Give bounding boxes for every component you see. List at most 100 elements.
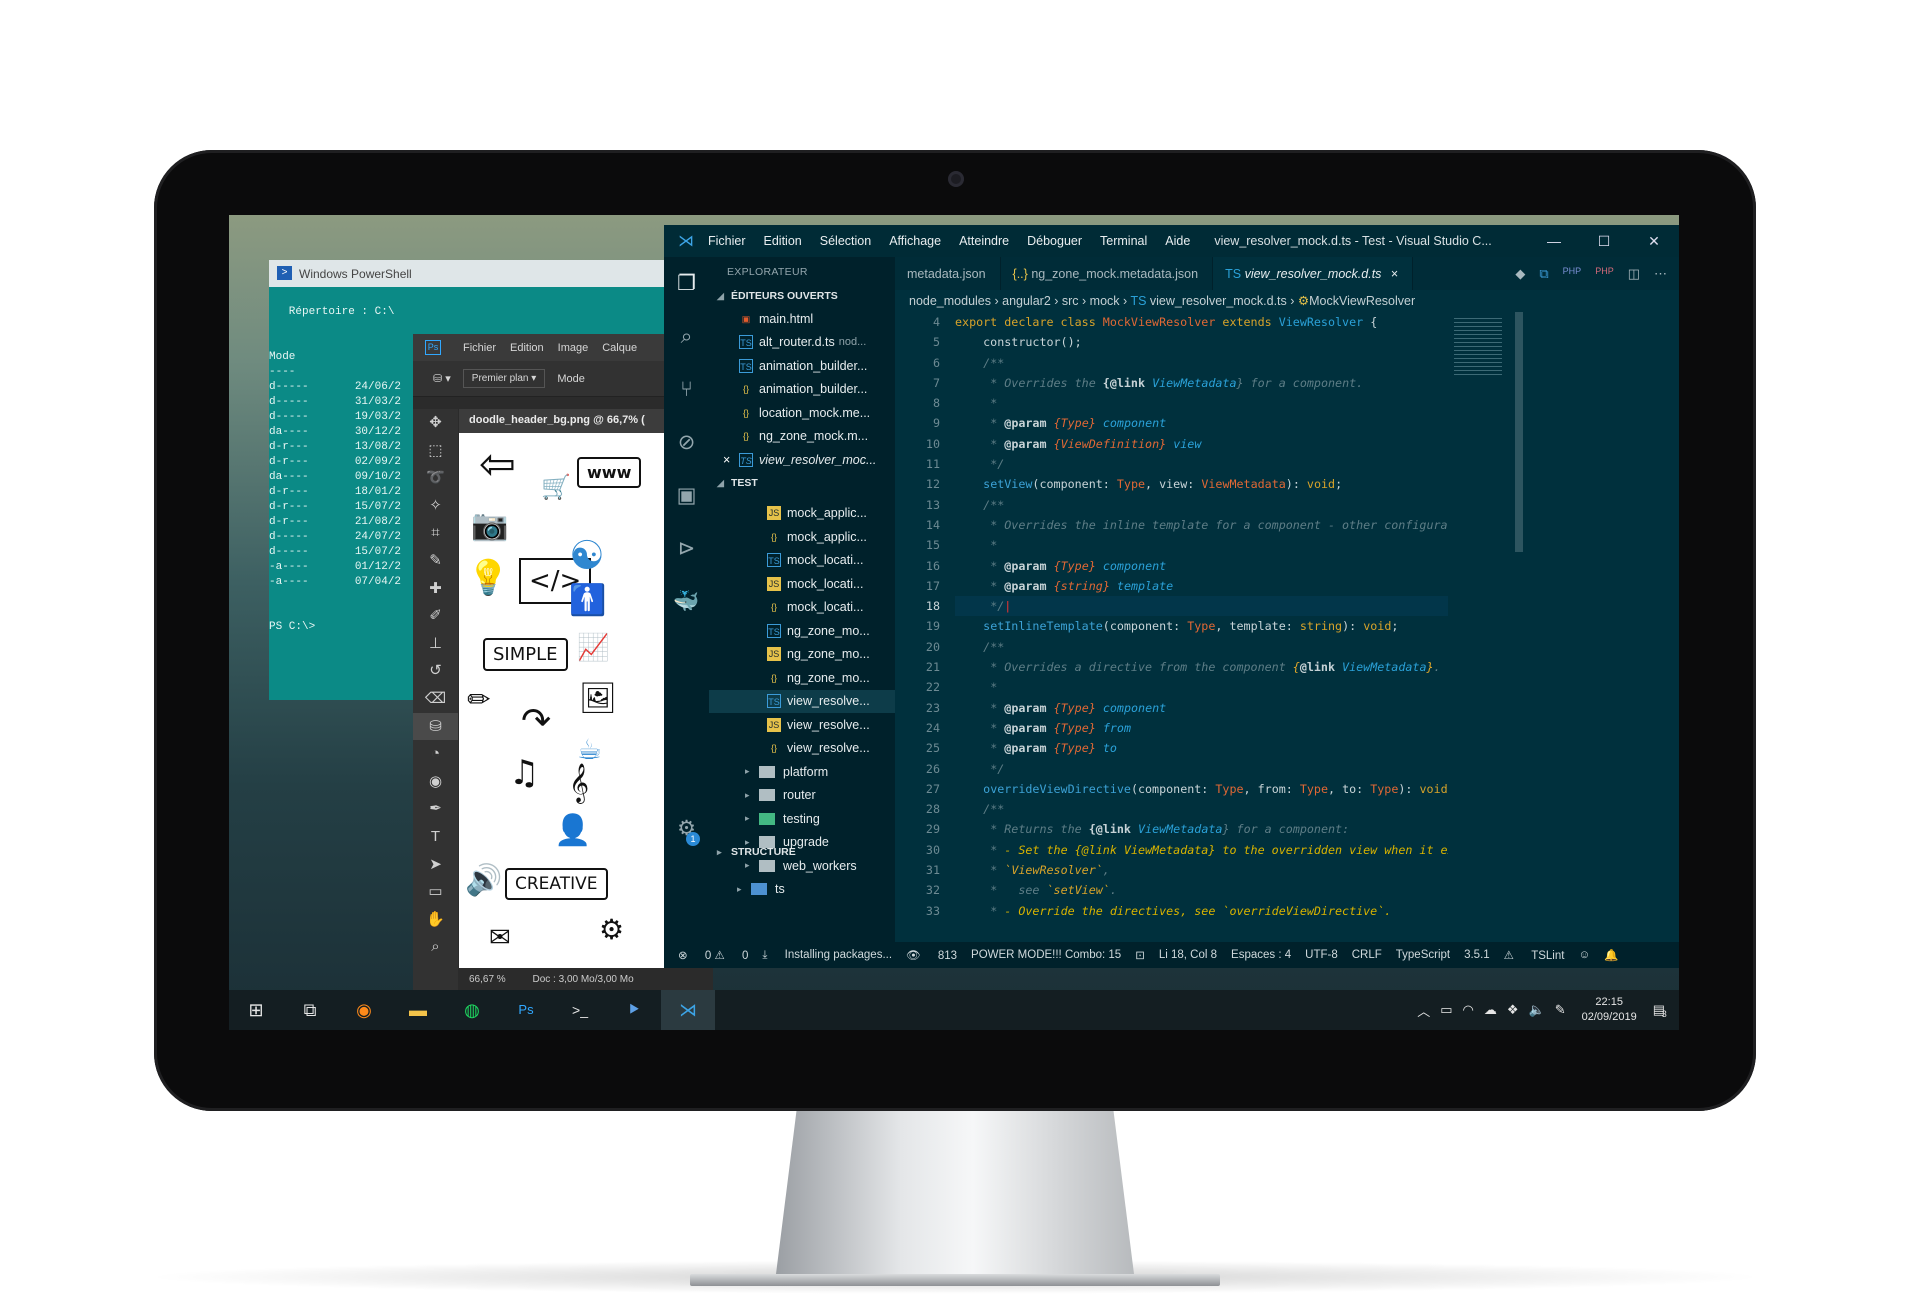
clock[interactable]: 22:15 02/09/2019 (1582, 995, 1637, 1025)
volume-icon[interactable]: 🔈 (1529, 1002, 1545, 1018)
lasso-tool-icon[interactable]: ➰ (413, 464, 458, 492)
test-file-item[interactable]: JS mock_applic... (709, 502, 895, 526)
crumb-file[interactable]: view_resolver_mock.d.ts (1150, 294, 1287, 308)
folder-item[interactable]: ▸ router (709, 784, 895, 808)
type-tool-icon[interactable]: T (413, 823, 458, 851)
healing-brush-icon[interactable]: ✚ (413, 575, 458, 603)
installing-packages[interactable]: ⤓ Installing packages... (762, 949, 892, 962)
open-editors-header[interactable]: ◢ ÉDITEURS OUVERTS (709, 285, 895, 307)
test-file-item[interactable]: {} ng_zone_mo... (709, 666, 895, 690)
move-tool-icon[interactable]: ✥ (413, 409, 458, 437)
eraser-icon[interactable]: ⌫ (413, 685, 458, 713)
tab-ng-zone-mock[interactable]: {..} ng_zone_mock.metadata.json (1001, 257, 1214, 290)
code-editor[interactable]: 4 5 6 7 8 9 10 11 12 13 14 15 16 17 18 19 20 21 22 23 24 25 26… (895, 312, 1448, 942)
marquee-tool-icon[interactable]: ⬚ (413, 437, 458, 465)
settings-gear-icon[interactable]: ⚙ 1 (664, 802, 709, 855)
open-editor-item[interactable]: {} ng_zone_mock.m... (709, 425, 895, 449)
notifications-bell-icon[interactable]: 🔔 (1604, 948, 1618, 962)
indentation[interactable]: Espaces : 4 (1231, 949, 1291, 961)
crumb-src[interactable]: src (1062, 294, 1079, 308)
open-editor-item[interactable]: TS animation_builder... (709, 354, 895, 378)
crumb-mock[interactable]: mock (1090, 294, 1120, 308)
test-file-item[interactable]: TS view_resolve... (709, 689, 895, 713)
test-file-item[interactable]: {} view_resolve... (709, 737, 895, 761)
test-folder-header[interactable]: ◢ TEST (709, 472, 895, 494)
docker-icon[interactable]: 🐳 (664, 575, 709, 628)
action-center-icon[interactable]: ▤ 3 (1653, 1002, 1667, 1019)
powershell-taskbar-icon[interactable]: ⯈ (607, 990, 661, 1030)
menu-selection[interactable]: Sélection (820, 234, 871, 248)
folder-item[interactable]: ▸ platform (709, 760, 895, 784)
folder-item[interactable]: ▸ testing (709, 807, 895, 831)
menu-deboguer[interactable]: Déboguer (1027, 234, 1082, 248)
vertical-scrollbar[interactable] (1513, 312, 1525, 942)
dropbox-icon[interactable]: ❖ (1507, 1002, 1519, 1018)
hand-tool-icon[interactable]: ✋ (413, 906, 458, 934)
structure-header[interactable]: ▸ STRUCTURE (709, 841, 895, 863)
paint-bucket-tool-icon[interactable]: ⛁ (413, 712, 458, 741)
open-editor-item[interactable]: {} animation_builder... (709, 378, 895, 402)
ps-menu-edition[interactable]: Edition (510, 342, 544, 354)
eyedropper-icon[interactable]: ✎ (413, 547, 458, 575)
path-select-icon[interactable]: ➤ (413, 851, 458, 879)
zoom-tool-icon[interactable]: ⌕ (413, 933, 458, 961)
php-icon[interactable]: PHP (1563, 266, 1582, 290)
crumb-angular2[interactable]: angular2 (1002, 294, 1051, 308)
menu-terminal[interactable]: Terminal (1100, 234, 1147, 248)
rectangle-tool-icon[interactable]: ▭ (413, 878, 458, 906)
task-view-icon[interactable]: ⧉ (283, 990, 337, 1030)
debug-icon[interactable]: ⊘ (664, 416, 709, 469)
open-editor-item[interactable]: × TS view_resolver_moc... (709, 448, 895, 472)
open-preview-icon[interactable]: ⧉ (1539, 266, 1548, 290)
menu-atteindre[interactable]: Atteindre (959, 234, 1009, 248)
paint-bucket-icon[interactable]: ⛁ ▾ (433, 372, 451, 385)
file-explorer-icon[interactable]: ▬ (391, 990, 445, 1030)
magic-wand-icon[interactable]: ✧ (413, 492, 458, 520)
pen-icon[interactable]: ✎ (1555, 1002, 1566, 1018)
open-editor-item[interactable]: TS alt_router.d.ts nod... (709, 331, 895, 355)
onedrive-icon[interactable]: ☁ (1484, 1002, 1497, 1018)
split-editor-icon[interactable]: ◫ (1628, 266, 1640, 290)
explorer-icon[interactable]: ❐ (664, 257, 709, 310)
wifi-icon[interactable]: ◠ (1463, 1002, 1474, 1018)
ps-menu-calque[interactable]: Calque (602, 342, 637, 354)
minimap[interactable] (1448, 312, 1513, 942)
menu-edition[interactable]: Edition (764, 234, 802, 248)
firefox-icon[interactable]: ◉ (337, 990, 391, 1030)
pen-tool-icon[interactable]: ✒ (413, 795, 458, 823)
tab-close-icon[interactable]: × (1391, 267, 1398, 281)
test-file-item[interactable]: JS ng_zone_mo... (709, 643, 895, 667)
search-icon[interactable]: ⌕ (664, 310, 709, 363)
ps-menu-image[interactable]: Image (558, 342, 589, 354)
encoding[interactable]: UTF-8 (1305, 949, 1338, 961)
php-debug-icon[interactable]: PHP (1595, 266, 1614, 290)
terminal-taskbar-icon[interactable]: >_ (553, 990, 607, 1030)
view-count[interactable]: 👁 813 (906, 948, 957, 962)
photoshop-taskbar-icon[interactable]: Ps (499, 990, 553, 1030)
source-control-icon[interactable]: ⑂ (664, 363, 709, 416)
blur-tool-icon[interactable]: ◔ (413, 740, 458, 768)
feedback-smiley-icon[interactable]: ☺ (1578, 949, 1590, 961)
tab-metadata-json[interactable]: metadata.json (895, 257, 1001, 290)
folder-item[interactable]: ▸ ts (709, 878, 895, 902)
vscode-window[interactable]: ⋊ Fichier Edition Sélection Affichage At… (664, 225, 1679, 968)
ts-version[interactable]: 3.5.1 (1464, 949, 1490, 961)
open-editor-item[interactable]: ▣ main.html (709, 307, 895, 331)
test-file-item[interactable]: {} mock_locati... (709, 596, 895, 620)
menu-affichage[interactable]: Affichage (889, 234, 941, 248)
spotify-icon[interactable]: ◍ (445, 990, 499, 1030)
crumb-class[interactable]: MockViewResolver (1309, 294, 1415, 308)
maximize-icon[interactable]: ☐ (1579, 225, 1629, 257)
menu-fichier[interactable]: Fichier (708, 234, 746, 248)
tab-view-resolver-mock[interactable]: TS view_resolver_mock.d.ts × (1213, 257, 1414, 290)
problems-indicator[interactable]: ⊗ 0 ⚠ 0 (678, 948, 748, 962)
close-icon[interactable]: ✕ (1629, 225, 1679, 257)
test-file-item[interactable]: TS mock_locati... (709, 549, 895, 573)
minimize-icon[interactable]: — (1529, 225, 1579, 257)
dodge-tool-icon[interactable]: ◉ (413, 768, 458, 796)
git-compare-icon[interactable]: ◆ (1515, 266, 1525, 290)
test-file-item[interactable]: JS mock_locati... (709, 572, 895, 596)
cursor-position[interactable]: Li 18, Col 8 (1159, 949, 1217, 961)
end-of-line[interactable]: CRLF (1352, 949, 1382, 961)
crop-tool-icon[interactable]: ⌗ (413, 519, 458, 547)
